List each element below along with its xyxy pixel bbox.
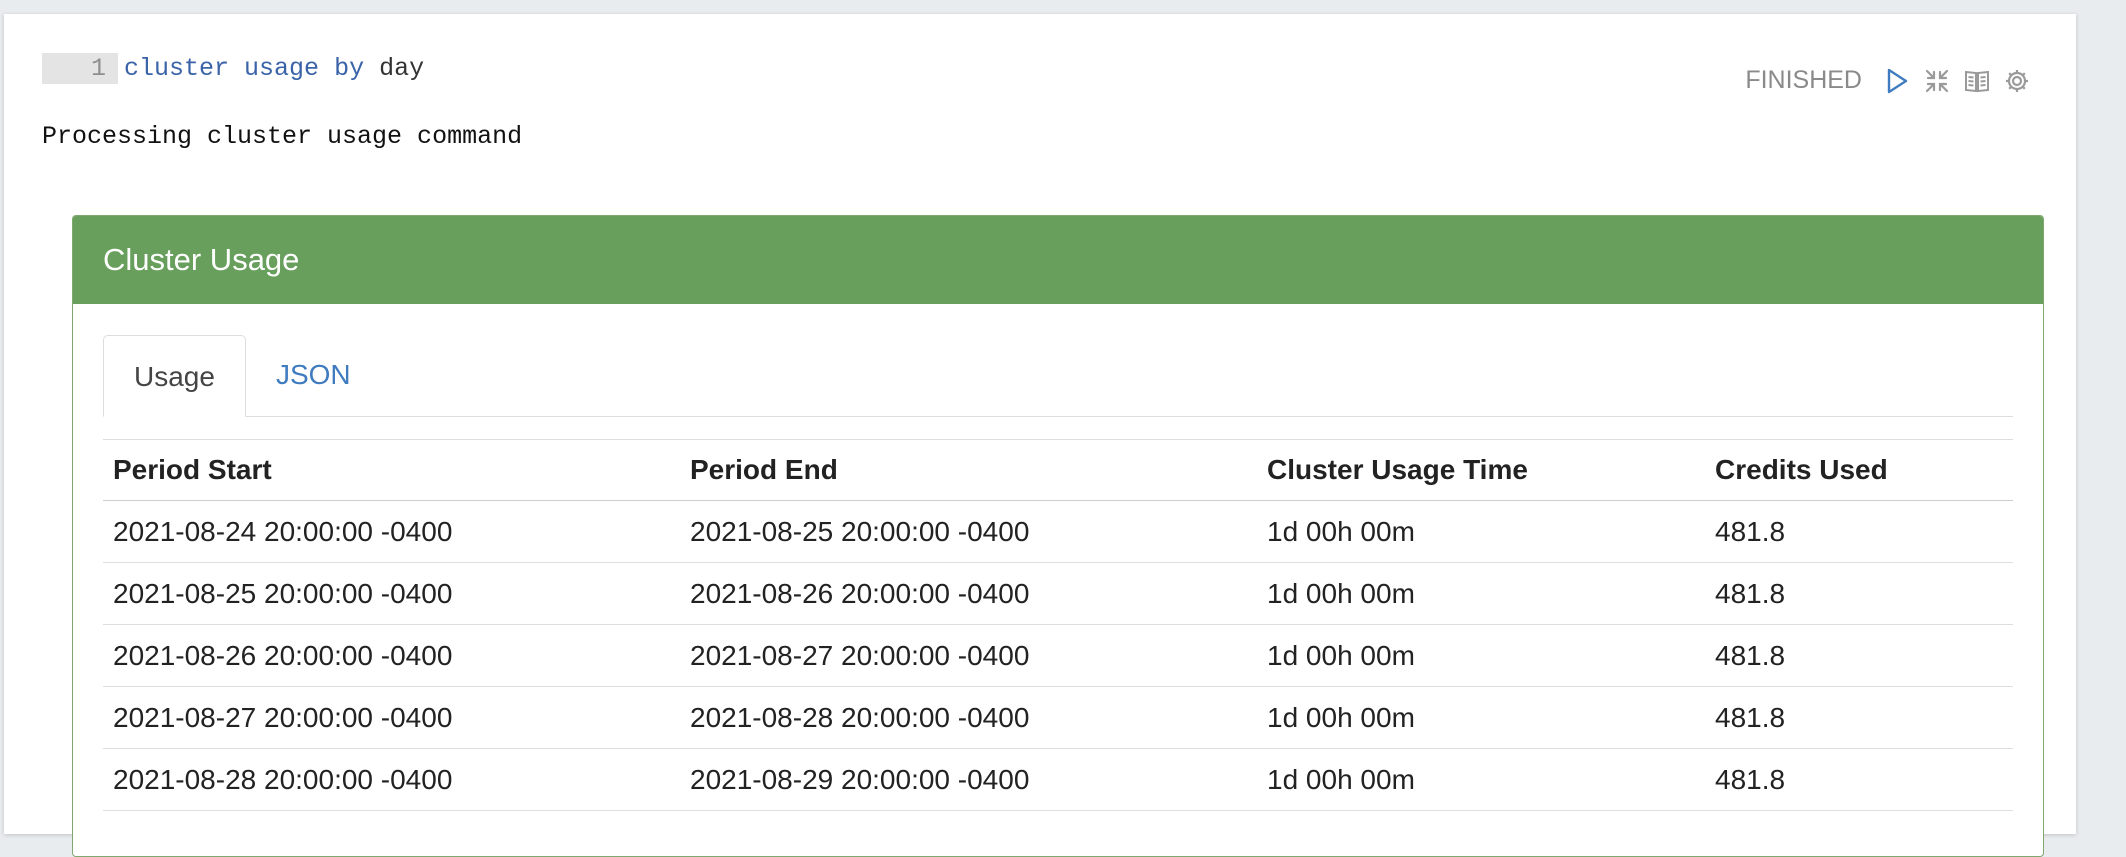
cell-usage-time: 1d 00h 00m: [1257, 562, 1705, 625]
cell-period-start: 2021-08-26 20:00:00 -0400: [103, 624, 680, 687]
cell-credits-used: 481.8: [1705, 500, 2013, 563]
table-row: 2021-08-28 20:00:00 -0400 2021-08-29 20:…: [103, 748, 2013, 811]
cell-period-end: 2021-08-29 20:00:00 -0400: [680, 748, 1257, 811]
usage-table: Period Start Period End Cluster Usage Ti…: [103, 439, 2013, 811]
cell-usage-time: 1d 00h 00m: [1257, 686, 1705, 749]
code-token-cluster: cluster: [124, 53, 230, 83]
gear-icon[interactable]: [2004, 68, 2030, 94]
cell-usage-time: 1d 00h 00m: [1257, 500, 1705, 563]
cell-period-start: 2021-08-28 20:00:00 -0400: [103, 748, 680, 811]
header-period-start[interactable]: Period Start: [103, 439, 680, 501]
output-message: Processing cluster usage command: [42, 122, 523, 151]
cell-usage-time: 1d 00h 00m: [1257, 748, 1705, 811]
code-token-day: day: [379, 53, 425, 83]
play-icon[interactable]: [1884, 68, 1910, 94]
cell-period-end: 2021-08-28 20:00:00 -0400: [680, 686, 1257, 749]
cell-credits-used: 481.8: [1705, 562, 2013, 625]
cell-credits-used: 481.8: [1705, 748, 2013, 811]
paragraph-controls: FINISHED: [1745, 66, 2030, 95]
tab-bar: Usage JSON: [103, 334, 2013, 417]
panel-title: Cluster Usage: [73, 216, 2043, 304]
cell-usage-time: 1d 00h 00m: [1257, 624, 1705, 687]
cell-period-start: 2021-08-27 20:00:00 -0400: [103, 686, 680, 749]
cell-period-end: 2021-08-26 20:00:00 -0400: [680, 562, 1257, 625]
cell-period-start: 2021-08-25 20:00:00 -0400: [103, 562, 680, 625]
cell-period-end: 2021-08-27 20:00:00 -0400: [680, 624, 1257, 687]
book-icon[interactable]: [1964, 68, 1990, 94]
header-cluster-usage-time[interactable]: Cluster Usage Time: [1257, 439, 1705, 501]
status-text: FINISHED: [1745, 66, 1862, 94]
tab-usage[interactable]: Usage: [103, 335, 246, 417]
cell-credits-used: 481.8: [1705, 624, 2013, 687]
table-row: 2021-08-26 20:00:00 -0400 2021-08-27 20:…: [103, 624, 2013, 687]
table-row: 2021-08-25 20:00:00 -0400 2021-08-26 20:…: [103, 562, 2013, 625]
table-header-row: Period Start Period End Cluster Usage Ti…: [103, 439, 2013, 501]
cell-period-start: 2021-08-24 20:00:00 -0400: [103, 500, 680, 563]
code-token-usage: usage: [244, 53, 320, 83]
table-row: 2021-08-27 20:00:00 -0400 2021-08-28 20:…: [103, 686, 2013, 749]
tab-json[interactable]: JSON: [246, 334, 381, 416]
collapse-icon[interactable]: [1924, 68, 1950, 94]
cell-credits-used: 481.8: [1705, 686, 2013, 749]
table-row: 2021-08-24 20:00:00 -0400 2021-08-25 20:…: [103, 500, 2013, 563]
cluster-usage-panel: Cluster Usage Usage JSON Period Start Pe…: [72, 215, 2044, 857]
header-credits-used[interactable]: Credits Used: [1705, 439, 2013, 501]
panel-body: Usage JSON Period Start Period End Clust…: [73, 334, 2043, 811]
line-number: 1: [42, 52, 118, 84]
cell-period-end: 2021-08-25 20:00:00 -0400: [680, 500, 1257, 563]
header-period-end[interactable]: Period End: [680, 439, 1257, 501]
notebook-paragraph: 1 cluster usage by day FINISHED Processi…: [4, 14, 2076, 857]
code-editor-line[interactable]: 1 cluster usage by day: [42, 52, 424, 84]
code-token-by: by: [334, 53, 365, 83]
